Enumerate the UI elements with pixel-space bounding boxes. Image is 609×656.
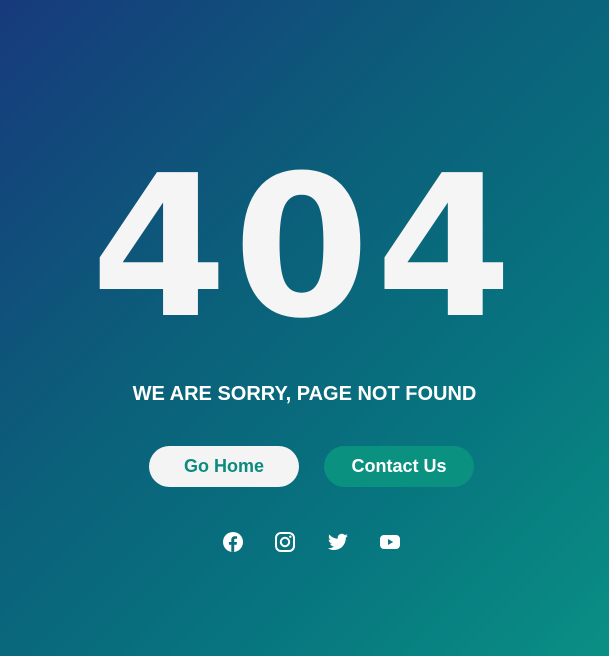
error-page: 404 WE ARE SORRY, PAGE NOT FOUND Go Home… — [0, 0, 609, 656]
contact-us-button[interactable]: Contact Us — [324, 446, 474, 487]
youtube-icon[interactable] — [378, 530, 402, 554]
twitter-icon[interactable] — [326, 530, 350, 554]
instagram-icon[interactable] — [273, 530, 297, 554]
facebook-icon[interactable] — [221, 530, 245, 554]
error-message: WE ARE SORRY, PAGE NOT FOUND — [132, 383, 477, 405]
error-code: 404 — [90, 134, 519, 362]
go-home-button[interactable]: Go Home — [149, 446, 299, 487]
